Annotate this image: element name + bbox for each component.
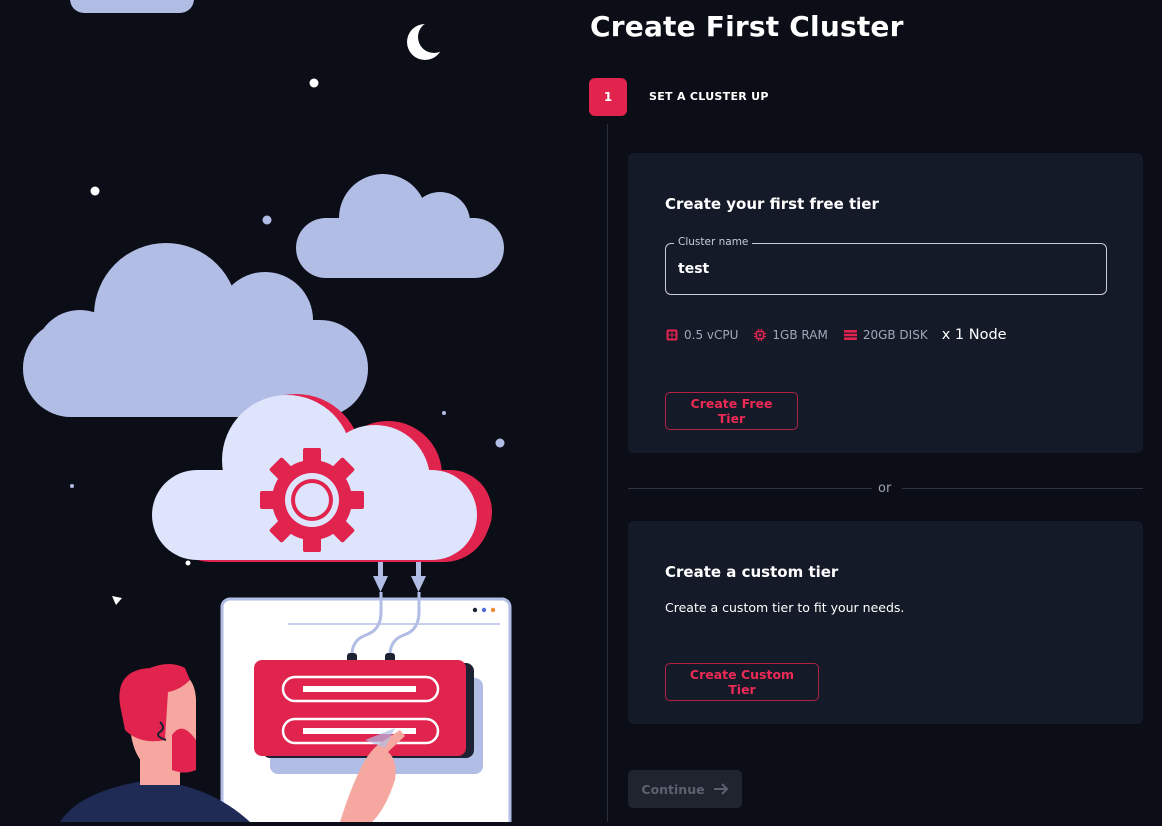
hero-illustration <box>0 0 575 826</box>
moon-icon <box>407 21 450 60</box>
step-label: SET A CLUSTER UP <box>649 90 769 103</box>
arrow-right-icon <box>713 783 729 795</box>
cluster-name-input[interactable] <box>678 258 1088 280</box>
divider-line-left <box>628 488 872 489</box>
or-label: or <box>878 481 892 496</box>
connector-arrows <box>373 562 426 592</box>
partial-cloud <box>70 0 194 13</box>
custom-tier-card: Create a custom tier Create a custom tie… <box>628 521 1143 724</box>
spec-disk-label: 20GB DISK <box>862 328 928 342</box>
page-title: Create First Cluster <box>590 10 904 43</box>
disk-storage-icon <box>843 330 857 340</box>
tier-specs: 0.5 vCPU 1GB RAM 20GB DISK x 1 Node <box>666 327 1007 343</box>
cluster-name-label: Cluster name <box>674 236 753 248</box>
cluster-name-field: Cluster name <box>665 236 1107 295</box>
divider-line-right <box>902 488 1143 489</box>
memory-chip-icon <box>754 329 767 341</box>
custom-tier-title: Create a custom tier <box>665 563 839 581</box>
gear-icon <box>260 448 364 552</box>
custom-tier-description: Create a custom tier to fit your needs. <box>665 600 905 615</box>
free-tier-title: Create your first free tier <box>665 195 879 213</box>
step-connector-line <box>607 124 608 822</box>
cpu-icon <box>666 329 678 341</box>
create-free-tier-button[interactable]: Create Free Tier <box>665 392 798 430</box>
step-number-badge: 1 <box>589 78 627 116</box>
cluster-setup-panel: Create First Cluster 1 SET A CLUSTER UP … <box>575 0 1162 822</box>
free-tier-card: Create your first free tier Cluster name… <box>628 153 1143 453</box>
small-cloud <box>296 174 504 278</box>
spec-cpu: 0.5 vCPU <box>666 328 738 342</box>
spec-ram: 1GB RAM <box>754 328 828 342</box>
continue-button[interactable]: Continue <box>628 770 742 808</box>
spec-cpu-label: 0.5 vCPU <box>684 328 739 342</box>
node-count: x 1 Node <box>941 327 1007 343</box>
spec-disk: 20GB DISK <box>843 328 928 342</box>
continue-label: Continue <box>641 781 705 797</box>
spec-ram-label: 1GB RAM <box>772 328 828 342</box>
cloud-cluster-illustration <box>23 0 512 826</box>
create-custom-tier-button[interactable]: Create Custom Tier <box>665 663 819 701</box>
or-divider: or <box>628 481 1143 497</box>
